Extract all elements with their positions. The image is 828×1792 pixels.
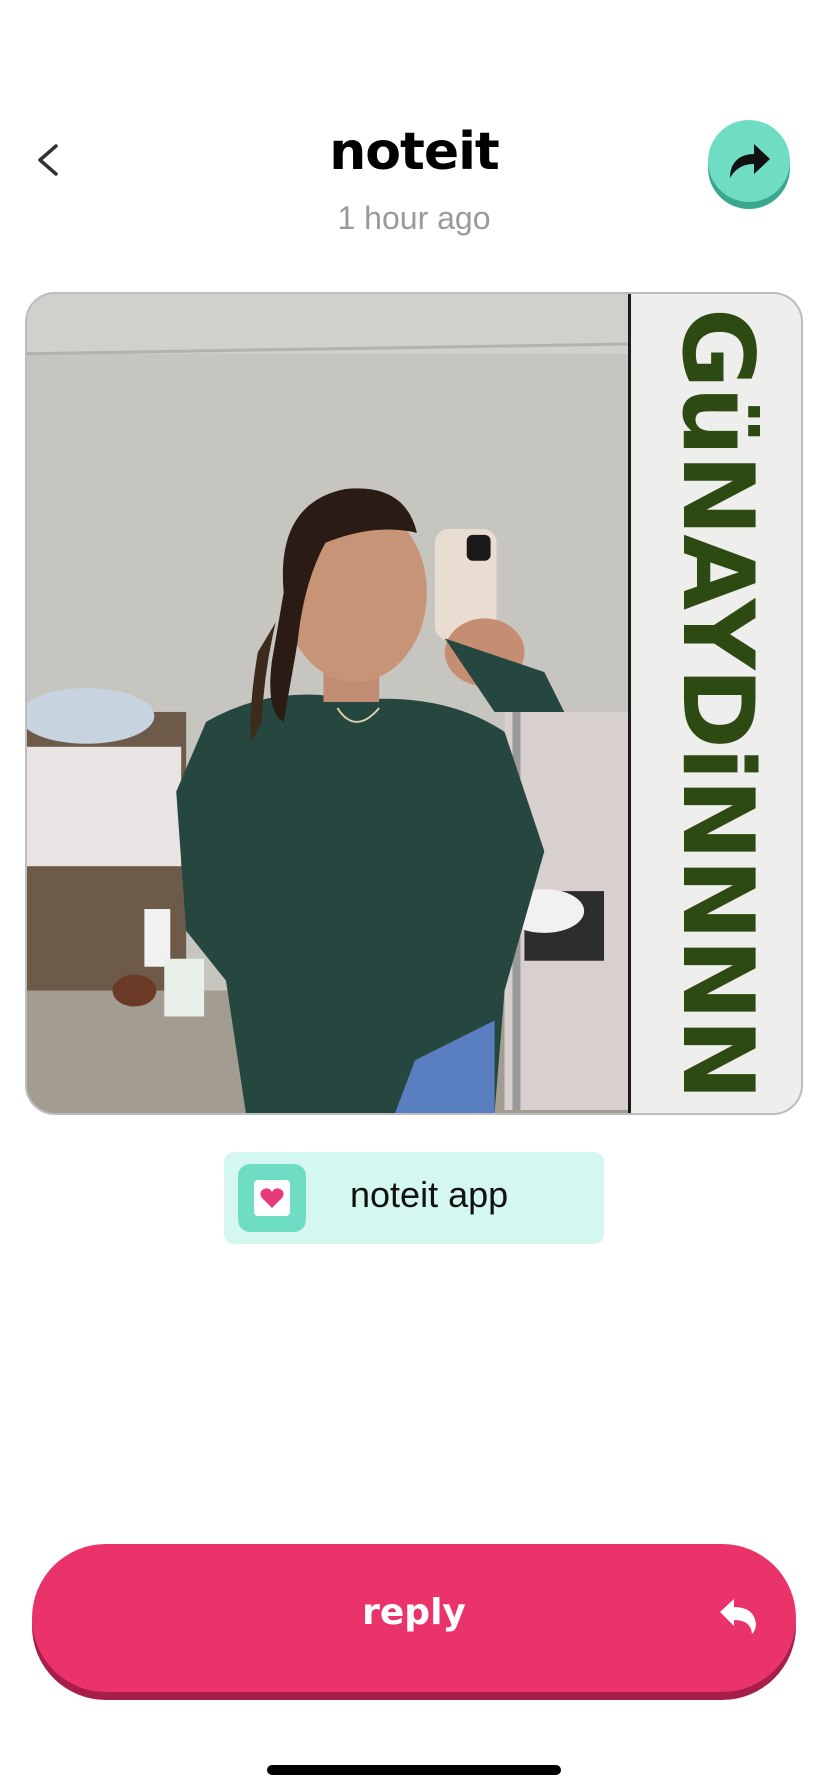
home-indicator[interactable] — [267, 1765, 561, 1775]
reply-arrow-icon — [720, 1599, 756, 1634]
page-title: noteit — [329, 122, 500, 182]
caption-panel: GüNAYDiNNNN — [628, 294, 801, 1113]
heart-note-icon — [238, 1164, 306, 1232]
reply-button[interactable]: reply — [32, 1544, 796, 1692]
screen: noteit 1 hour ago GüNAYDiNNNN noteit app… — [0, 0, 828, 1792]
photo-caption: GüNAYDiNNNN — [660, 308, 774, 1099]
app-name-label: noteit app — [350, 1174, 509, 1215]
photo-card[interactable]: GüNAYDiNNNN — [25, 292, 803, 1115]
reply-button-label: reply — [362, 1592, 466, 1633]
share-arrow-icon — [730, 144, 770, 178]
app-attribution-chip[interactable]: noteit app — [224, 1152, 604, 1244]
share-button[interactable] — [708, 120, 790, 202]
timestamp: 1 hour ago — [337, 200, 491, 236]
